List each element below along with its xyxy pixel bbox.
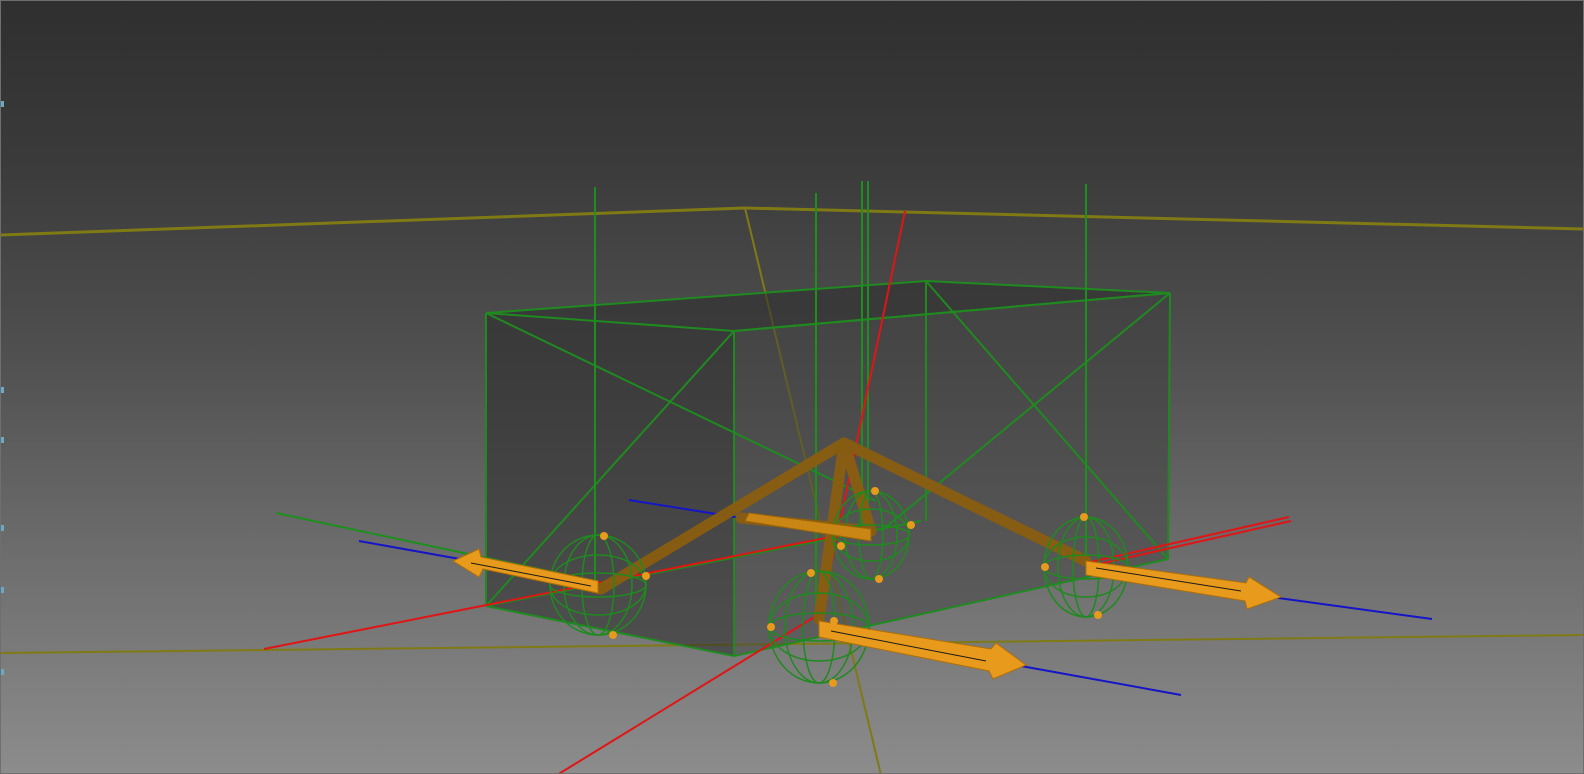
box-rigid-body[interactable] [485,279,1171,658]
box-face-left [486,313,734,656]
scene-canvas[interactable] [1,1,1584,774]
3d-viewport[interactable] [0,0,1584,774]
